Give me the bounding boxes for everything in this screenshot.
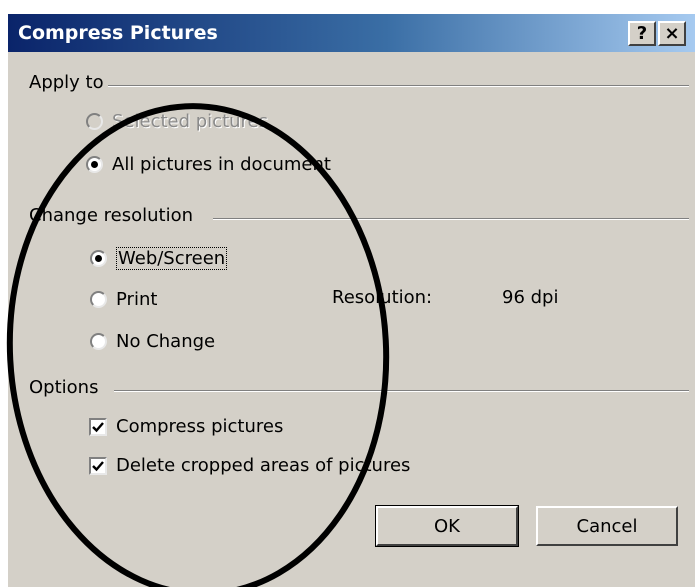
no-change-label: No Change — [116, 331, 216, 352]
change-resolution-divider — [213, 218, 689, 220]
resolution-label: Resolution: — [332, 287, 433, 308]
compress-pictures-label: Compress pictures — [116, 416, 284, 437]
options-group-label: Options — [29, 377, 105, 398]
resolution-value: 96 dpi — [502, 287, 559, 308]
web-screen-radio[interactable]: Web/Screen — [90, 247, 228, 270]
radio-button-icon — [86, 156, 103, 173]
all-pictures-radio[interactable]: All pictures in document — [86, 154, 331, 175]
print-radio[interactable]: Print — [90, 289, 157, 310]
help-button[interactable]: ? — [628, 21, 656, 46]
radio-button-icon — [86, 113, 103, 130]
apply-to-group-label: Apply to — [29, 72, 110, 93]
compress-pictures-dialog: Compress Pictures ? × Apply to Selected … — [8, 14, 695, 587]
apply-to-divider — [108, 85, 689, 87]
all-pictures-label: All pictures in document — [112, 154, 331, 175]
ok-button[interactable]: OK — [375, 505, 519, 547]
radio-button-icon — [90, 250, 107, 267]
no-change-radio[interactable]: No Change — [90, 331, 215, 352]
options-divider — [114, 390, 689, 392]
checkbox-icon — [89, 417, 107, 436]
selected-pictures-radio[interactable]: Selected pictures — [86, 111, 268, 132]
title-bar[interactable]: Compress Pictures ? × — [8, 14, 695, 52]
radio-button-icon — [90, 291, 107, 308]
checkmark-icon — [92, 421, 104, 432]
print-label: Print — [116, 289, 158, 310]
checkbox-icon — [89, 456, 107, 475]
delete-cropped-areas-checkbox[interactable]: Delete cropped areas of pictures — [89, 455, 410, 476]
dialog-title: Compress Pictures — [18, 22, 218, 44]
web-screen-label: Web/Screen — [116, 247, 228, 270]
change-resolution-group-label: Change resolution — [29, 205, 199, 226]
close-button[interactable]: × — [658, 21, 686, 46]
compress-pictures-checkbox[interactable]: Compress pictures — [89, 416, 283, 437]
selected-pictures-label: Selected pictures — [112, 111, 268, 132]
checkmark-icon — [92, 460, 104, 471]
delete-cropped-areas-label: Delete cropped areas of pictures — [116, 455, 411, 476]
radio-button-icon — [90, 333, 107, 350]
cancel-button[interactable]: Cancel — [536, 506, 678, 546]
